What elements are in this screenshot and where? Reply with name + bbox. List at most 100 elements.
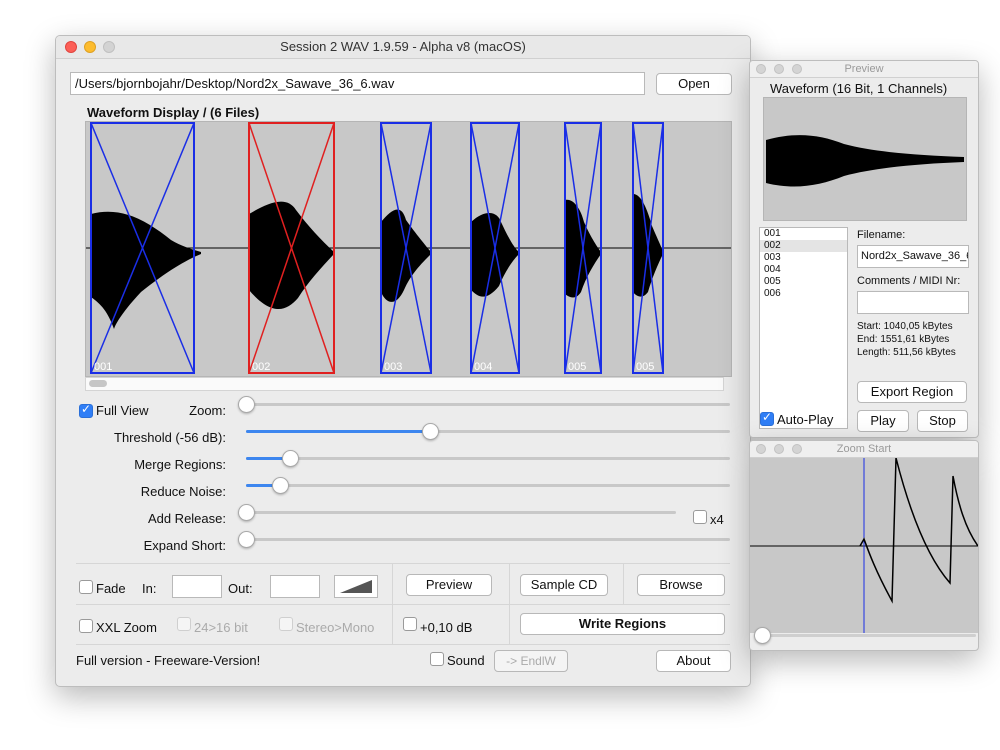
export-region-button[interactable]: Export Region — [857, 381, 967, 403]
comments-input[interactable] — [857, 291, 969, 314]
region-label: 001 — [94, 361, 112, 373]
zoom-position-slider[interactable] — [754, 627, 976, 644]
close-icon[interactable] — [756, 64, 766, 74]
browse-button[interactable]: Browse — [637, 574, 725, 596]
merge-regions-slider[interactable] — [246, 450, 730, 467]
about-button[interactable]: About — [656, 650, 731, 672]
sound-label: Sound — [447, 653, 485, 668]
open-button[interactable]: Open — [656, 73, 732, 95]
path-input[interactable]: /Users/bjornbojahr/Desktop/Nord2x_Sawave… — [70, 72, 645, 95]
waveform-region[interactable]: 002 — [248, 122, 335, 374]
stereo-mono-label: Stereo>Mono — [296, 620, 375, 635]
file-list-item[interactable]: 005 — [760, 276, 847, 288]
waveform-region[interactable]: 001 — [90, 122, 201, 374]
filename-input[interactable]: Nord2x_Sawave_36_6. — [857, 245, 969, 268]
threshold-label: Threshold (-56 dB): — [114, 430, 226, 445]
file-list-item[interactable]: 006 — [760, 288, 847, 300]
comments-label: Comments / MIDI Nr: — [857, 275, 961, 287]
waveform-heading: Waveform Display / (6 Files) — [87, 105, 260, 120]
endlw-button[interactable]: -> EndlW — [494, 650, 568, 672]
close-icon[interactable] — [65, 41, 77, 53]
waveform-region[interactable]: 005 — [564, 122, 602, 374]
file-list-item[interactable]: 002 — [760, 240, 847, 252]
stereo-mono-checkbox[interactable] — [279, 617, 293, 631]
region-label: 005 — [636, 361, 654, 373]
region-label: 003 — [384, 361, 402, 373]
fade-out-input[interactable] — [270, 575, 320, 598]
write-regions-button[interactable]: Write Regions — [520, 613, 725, 635]
db-gain-checkbox[interactable] — [403, 617, 417, 631]
waveform-region[interactable]: 005 — [632, 122, 664, 374]
reduce-noise-label: Reduce Noise: — [140, 484, 226, 499]
waveform-scrollbar[interactable] — [85, 377, 724, 391]
sound-checkbox[interactable] — [430, 652, 444, 666]
play-button[interactable]: Play — [857, 410, 909, 432]
status-text: Full version - Freeware-Version! — [76, 653, 261, 668]
filename-label: Filename: — [857, 229, 906, 241]
stop-button[interactable]: Stop — [917, 410, 968, 432]
minimize-icon[interactable] — [774, 444, 784, 454]
preview-window: Preview Waveform (16 Bit, 1 Channels) 00… — [749, 60, 979, 438]
expand-short-label: Expand Short: — [143, 538, 226, 553]
preview-file-list[interactable]: 001 002 003 004 005 006 — [759, 227, 848, 429]
add-release-label: Add Release: — [147, 511, 226, 526]
preview-titlebar: Preview — [750, 61, 978, 78]
minimize-icon[interactable] — [84, 41, 96, 53]
xxl-zoom-label: XXL Zoom — [96, 620, 157, 635]
zoom-waveform — [750, 458, 978, 633]
sample-cd-button[interactable]: Sample CD — [520, 574, 608, 596]
full-view-checkbox[interactable] — [79, 402, 93, 418]
divider — [623, 564, 624, 604]
fade-in-label: In: — [142, 581, 157, 596]
zoom-icon[interactable] — [103, 41, 115, 53]
file-list-item[interactable]: 003 — [760, 252, 847, 264]
zoom-start-window: Zoom Start — [749, 440, 979, 651]
file-list-item[interactable]: 001 — [760, 228, 847, 240]
x4-checkbox[interactable] — [693, 510, 707, 524]
preview-title: Preview — [844, 63, 884, 75]
zoom-label: Zoom: — [189, 403, 226, 418]
region-label: 005 — [568, 361, 586, 373]
fade-checkbox[interactable] — [79, 580, 93, 594]
main-window: Session 2 WAV 1.9.59 - Alpha v8 (macOS) … — [55, 35, 751, 687]
file-list-item[interactable]: 004 — [760, 264, 847, 276]
zoom-slider[interactable] — [238, 396, 730, 413]
divider — [76, 563, 730, 564]
threshold-slider[interactable] — [246, 423, 730, 440]
waveform-scroll-thumb[interactable] — [89, 380, 107, 387]
waveform-region[interactable]: 003 — [380, 122, 432, 374]
xxl-zoom-checkbox[interactable] — [79, 619, 93, 633]
waveform-display[interactable]: 001 002 003 004 005 005 — [85, 121, 732, 377]
zoom-icon[interactable] — [792, 444, 802, 454]
auto-play-label: Auto-Play — [777, 412, 834, 427]
auto-play-checkbox[interactable] — [760, 410, 774, 426]
path-value: /Users/bjornbojahr/Desktop/Nord2x_Sawave… — [75, 76, 395, 91]
zoom-icon[interactable] — [792, 64, 802, 74]
divider — [76, 644, 730, 645]
waveform-region[interactable]: 004 — [470, 122, 520, 374]
close-icon[interactable] — [756, 444, 766, 454]
filename-value: Nord2x_Sawave_36_6. — [861, 250, 969, 262]
preview-button[interactable]: Preview — [406, 574, 492, 596]
fade-curve-icon — [340, 580, 372, 593]
fade-in-input[interactable] — [172, 575, 222, 598]
reduce-noise-slider[interactable] — [246, 477, 730, 494]
add-release-slider[interactable] — [238, 504, 676, 521]
end-info: End: 1551,61 kBytes — [857, 334, 950, 345]
preview-waveform-title: Waveform (16 Bit, 1 Channels) — [770, 81, 948, 96]
fade-curve-button[interactable] — [334, 575, 378, 598]
bit-convert-checkbox[interactable] — [177, 617, 191, 631]
main-titlebar: Session 2 WAV 1.9.59 - Alpha v8 (macOS) — [56, 36, 750, 59]
window-title: Session 2 WAV 1.9.59 - Alpha v8 (macOS) — [280, 39, 526, 54]
zoom-start-titlebar: Zoom Start — [750, 441, 978, 458]
divider — [392, 564, 393, 644]
merge-regions-label: Merge Regions: — [134, 457, 226, 472]
zoom-position-knob[interactable] — [754, 627, 771, 644]
region-label: 004 — [474, 361, 492, 373]
expand-short-slider[interactable] — [238, 531, 730, 548]
fade-label: Fade — [96, 581, 126, 596]
start-info: Start: 1040,05 kBytes — [857, 321, 953, 332]
minimize-icon[interactable] — [774, 64, 784, 74]
region-label: 002 — [252, 361, 270, 373]
length-info: Length: 511,56 kBytes — [857, 347, 956, 358]
